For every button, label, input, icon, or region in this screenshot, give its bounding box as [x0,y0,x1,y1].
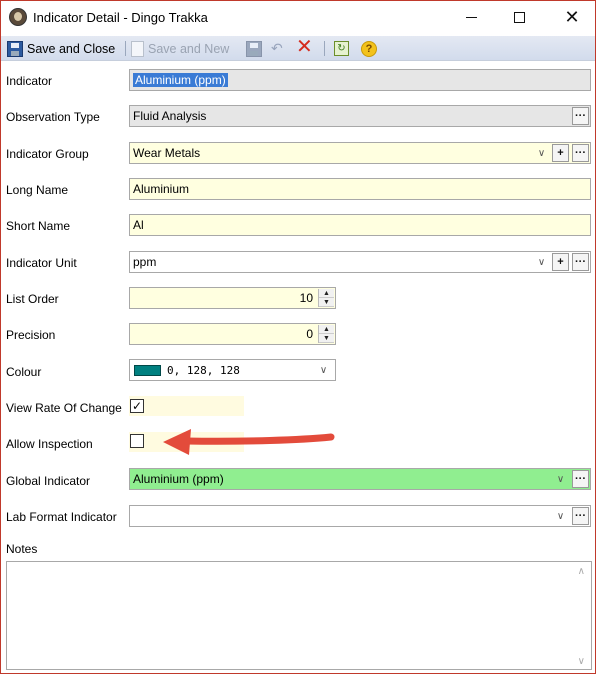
toolbar: Save and Close Save and New ↶ ✕ ↻ ? [1,36,595,61]
new-document-icon [131,40,144,57]
indicator-label: Indicator [6,74,53,88]
maximize-icon [513,12,525,23]
view-rate-of-change-checkbox[interactable]: ✓ [130,399,144,413]
close-button[interactable]: ✕ [549,1,595,34]
precision-label: Precision [6,328,56,342]
ellipsis-icon: ··· [575,473,586,485]
refresh-button[interactable]: ↻ [334,39,349,58]
save-button[interactable] [246,39,262,58]
toolbar-separator [125,41,126,56]
view-rate-of-change-label: View Rate Of Change [6,401,122,415]
scroll-up-icon[interactable]: ∧ [578,566,585,577]
toolbar-separator [324,41,325,56]
delete-x-icon: ✕ [296,35,313,58]
indicator-field[interactable]: Aluminium (ppm) [129,69,591,91]
plus-icon: + [557,256,564,268]
list-order-spinner[interactable]: 10 ▲ ▼ [129,287,336,309]
close-icon: ✕ [564,7,580,27]
indicator-group-value: Wear Metals [133,146,201,160]
chevron-down-icon[interactable]: ∨ [533,253,550,271]
colour-label: Colour [6,365,42,379]
list-order-label: List Order [6,292,59,306]
window-title: Indicator Detail - Dingo Trakka [33,10,208,25]
chevron-down-icon[interactable]: ∨ [552,470,569,488]
notes-textarea[interactable]: ∧ ∨ [6,561,592,670]
minimize-button[interactable] [448,1,494,34]
indicator-group-label: Indicator Group [6,147,89,161]
short-name-value: Al [133,218,144,232]
long-name-value: Aluminium [133,182,190,196]
plus-icon: + [557,147,564,159]
global-indicator-browse-button[interactable]: ··· [572,470,589,488]
spin-down-icon[interactable]: ▼ [319,298,334,307]
colour-value: 0, 128, 128 [167,363,240,377]
notes-label: Notes [6,542,38,556]
indicator-value: Aluminium (ppm) [133,73,228,87]
indicator-group-add-button[interactable]: + [552,144,569,162]
chevron-down-icon[interactable]: ∨ [533,144,550,162]
save-and-new-button[interactable]: Save and New [131,39,229,58]
dingo-logo-icon [9,8,27,26]
spin-up-icon[interactable]: ▲ [319,289,334,298]
spin-up-icon[interactable]: ▲ [319,325,334,334]
save-and-close-button[interactable]: Save and Close [7,39,115,58]
allow-inspection-label: Allow Inspection [6,437,93,451]
maximize-button[interactable] [496,1,542,34]
title-bar: Indicator Detail - Dingo Trakka ✕ [1,1,595,34]
scroll-down-icon[interactable]: ∨ [578,656,585,667]
observation-type-browse-button[interactable]: ··· [572,107,589,125]
delete-button[interactable]: ✕ [296,35,313,58]
global-indicator-value: Aluminium (ppm) [133,472,224,486]
precision-spinner[interactable]: 0 ▲ ▼ [129,323,336,345]
list-order-value: 10 [299,291,313,305]
observation-type-label: Observation Type [6,110,100,124]
chevron-down-icon[interactable]: ∨ [315,361,332,379]
global-indicator-label: Global Indicator [6,474,91,488]
indicator-unit-label: Indicator Unit [6,256,77,270]
precision-value: 0 [306,327,313,341]
indicator-unit-add-button[interactable]: + [552,253,569,271]
short-name-label: Short Name [6,219,71,233]
lab-format-indicator-dropdown[interactable] [129,505,591,527]
indicator-unit-browse-button[interactable]: ··· [572,253,589,271]
colour-swatch [134,364,161,376]
short-name-input[interactable]: Al [129,214,591,236]
help-icon: ? [361,40,377,57]
floppy-disk-icon [246,40,262,57]
ellipsis-icon: ··· [575,147,586,159]
allow-inspection-checkbox[interactable] [130,434,144,448]
observation-type-value: Fluid Analysis [133,109,207,123]
ellipsis-icon: ··· [575,110,586,122]
minimize-icon [465,17,477,18]
ellipsis-icon: ··· [575,510,586,522]
ellipsis-icon: ··· [575,256,586,268]
observation-type-field[interactable]: Fluid Analysis [129,105,591,127]
chevron-down-icon[interactable]: ∨ [552,507,569,525]
list-order-spin-buttons[interactable]: ▲ ▼ [318,289,334,307]
indicator-unit-dropdown[interactable]: ppm [129,251,591,273]
help-button[interactable]: ? [361,39,377,58]
lab-format-indicator-label: Lab Format Indicator [6,510,117,524]
undo-icon: ↶ [271,40,283,56]
indicator-group-browse-button[interactable]: ··· [572,144,589,162]
refresh-icon: ↻ [334,41,349,56]
annotation-arrow-icon [163,429,335,455]
indicator-unit-value: ppm [133,255,157,269]
undo-button[interactable]: ↶ [271,39,283,58]
long-name-label: Long Name [6,183,69,197]
precision-spin-buttons[interactable]: ▲ ▼ [318,325,334,343]
colour-picker[interactable]: 0, 128, 128 [129,359,336,381]
indicator-group-dropdown[interactable]: Wear Metals [129,142,591,164]
save-and-close-label: Save and Close [27,41,116,56]
lab-format-indicator-browse-button[interactable]: ··· [572,507,589,525]
save-and-new-label: Save and New [148,41,230,56]
floppy-disk-icon [7,40,23,57]
view-rate-of-change-area [129,396,244,416]
spin-down-icon[interactable]: ▼ [319,334,334,343]
global-indicator-dropdown[interactable]: Aluminium (ppm) [129,468,591,490]
checkmark-icon: ✓ [131,399,143,413]
long-name-input[interactable]: Aluminium [129,178,591,200]
indicator-detail-window: Indicator Detail - Dingo Trakka ✕ Save a… [0,0,596,674]
